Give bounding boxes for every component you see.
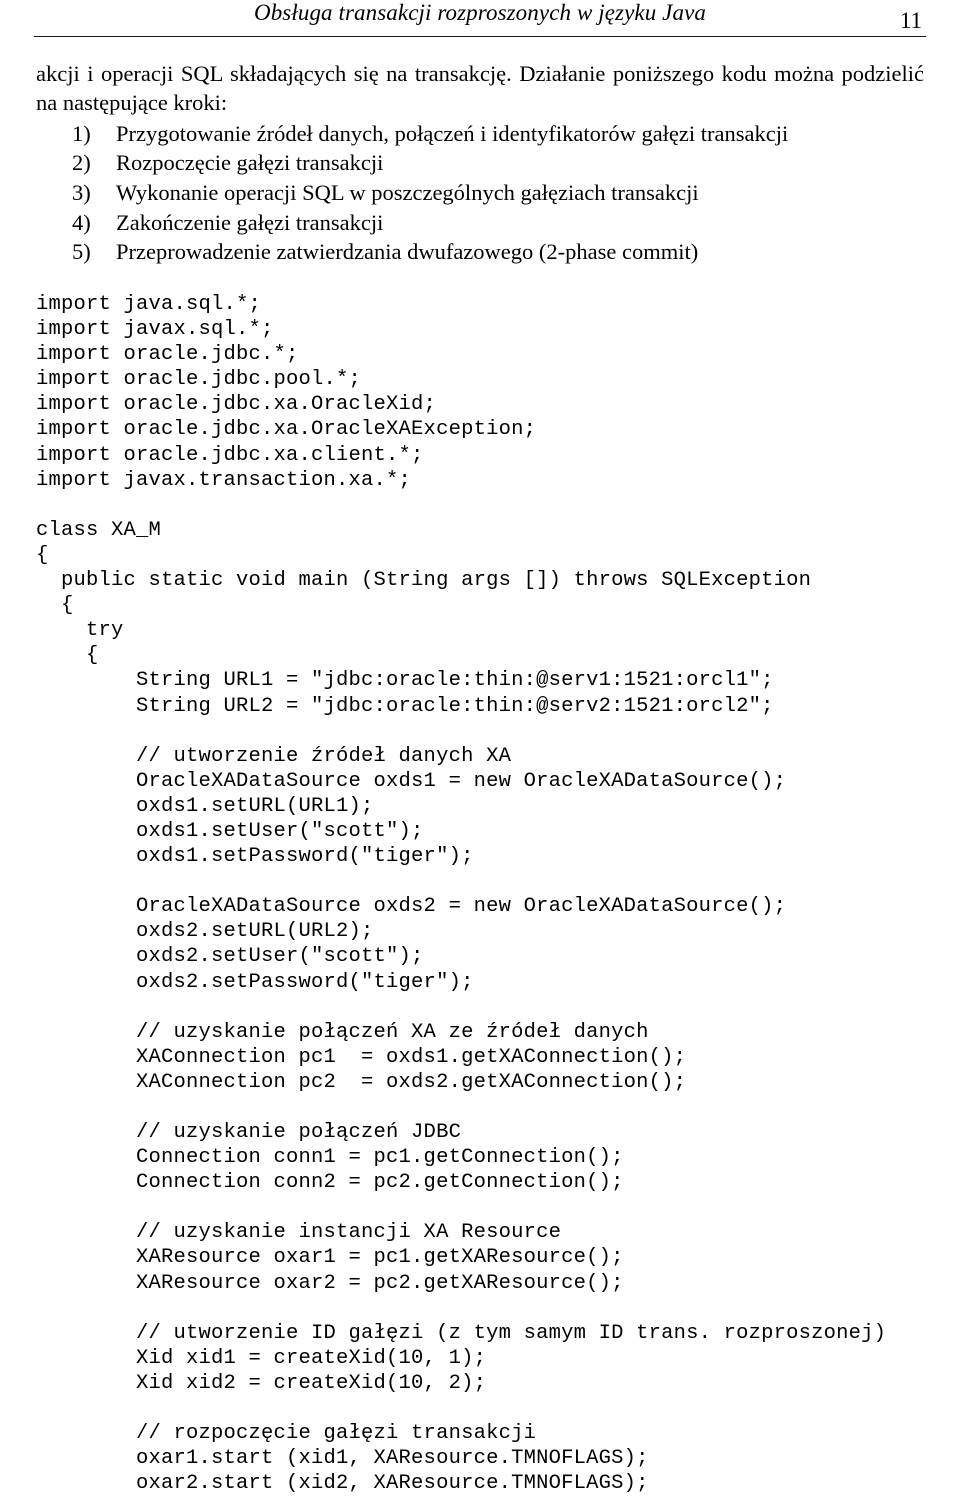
code-line: import javax.transaction.xa.*; [36, 468, 412, 492]
code-line: XAResource oxar1 = pc1.getXAResource(); [36, 1246, 624, 1270]
code-line: oxds2.setUser("scott"); [36, 945, 424, 969]
code-line: import oracle.jdbc.xa.OracleXAException; [36, 418, 537, 442]
code-line: OracleXADataSource oxds2 = new OracleXAD… [36, 895, 787, 919]
list-item: 4) Zakończenie gałęzi transakcji [72, 208, 924, 238]
step-label: Wykonanie operacji SQL w poszczególnych … [116, 179, 699, 205]
code-line: String URL2 = "jdbc:oracle:thin:@serv2:1… [36, 694, 774, 718]
code-line: import oracle.jdbc.*; [36, 343, 299, 367]
code-line: import javax.sql.*; [36, 318, 274, 342]
code-line: class XA_M [36, 518, 162, 542]
code-line: public static void main (String args [])… [36, 569, 812, 593]
code-line: Xid xid1 = createXid(10, 1); [36, 1346, 487, 1370]
steps-list: 1) Przygotowanie źródeł danych, połączeń… [28, 119, 932, 267]
code-line: // utworzenie źródeł danych XA [36, 744, 512, 768]
code-line: // uzyskanie połączeń JDBC [36, 1121, 462, 1144]
code-line: import oracle.jdbc.xa.client.*; [36, 443, 424, 467]
code-line: oxds1.setURL(URL1); [36, 794, 374, 818]
step-number: 2) [72, 150, 91, 176]
code-line: oxar1.start (xid1, XAResource.TMNOFLAGS)… [36, 1447, 649, 1471]
code-line: XAResource oxar2 = pc2.getXAResource(); [36, 1271, 624, 1295]
code-line: try [36, 619, 124, 643]
code-line: import oracle.jdbc.pool.*; [36, 368, 362, 392]
list-item: 2) Rozpoczęcie gałęzi transakcji [72, 148, 924, 178]
step-number: 4) [72, 209, 91, 235]
list-item: 3) Wykonanie operacji SQL w poszczególny… [72, 178, 924, 208]
code-line: oxds1.setUser("scott"); [36, 820, 424, 844]
code-line: String URL1 = "jdbc:oracle:thin:@serv1:1… [36, 669, 774, 693]
step-label: Przeprowadzenie zatwierdzania dwufazoweg… [116, 239, 699, 265]
code-line: XAConnection pc2 = oxds2.getXAConnection… [36, 1070, 687, 1094]
code-line: import java.sql.*; [36, 292, 262, 316]
document-page: Obsługa transakcji rozproszonych w język… [0, 0, 960, 1495]
code-line: { [36, 543, 49, 567]
step-label: Przygotowanie źródeł danych, połączeń i … [116, 120, 789, 146]
intro-paragraph: akcji i operacji SQL składających się na… [36, 61, 924, 116]
step-number: 5) [72, 239, 91, 265]
code-line: oxds2.setPassword("tiger"); [36, 970, 474, 994]
code-line: Xid xid2 = createXid(10, 2); [36, 1371, 487, 1395]
code-listing: import java.sql.*; import javax.sql.*; imp… [28, 292, 932, 1496]
code-line: oxar2.start (xid2, XAResource.TMNOFLAGS)… [36, 1472, 649, 1496]
code-line: OracleXADataSource oxds1 = new OracleXAD… [36, 769, 787, 793]
running-header: Obsługa transakcji rozproszonych w język… [28, 0, 932, 34]
step-label: Rozpoczęcie gałęzi transakcji [116, 150, 384, 176]
step-label: Zakończenie gałęzi transakcji [116, 209, 384, 235]
code-line: Connection conn2 = pc2.getConnection(); [36, 1171, 624, 1195]
step-number: 1) [72, 120, 91, 146]
code-line: Connection conn1 = pc1.getConnection(); [36, 1146, 624, 1170]
code-line: // uzyskanie połączeń XA ze źródeł danyc… [36, 1020, 649, 1044]
code-line: oxds1.setPassword("tiger"); [36, 845, 474, 869]
list-item: 5) Przeprowadzenie zatwierdzania dwufazo… [72, 237, 924, 267]
body-paragraph-block: akcji i operacji SQL składających się na… [28, 59, 932, 118]
step-number: 3) [72, 179, 91, 205]
code-line: { [36, 594, 74, 618]
header-divider [34, 36, 926, 37]
code-line: // utworzenie ID gałęzi (z tym samym ID … [36, 1321, 887, 1345]
code-line: import oracle.jdbc.xa.OracleXid; [36, 393, 437, 417]
code-line: XAConnection pc1 = oxds1.getXAConnection… [36, 1045, 687, 1069]
code-line: // uzyskanie instancji XA Resource [36, 1221, 562, 1245]
list-item: 1) Przygotowanie źródeł danych, połączeń… [72, 119, 924, 149]
code-line: oxds2.setURL(URL2); [36, 920, 374, 944]
code-line: // rozpoczęcie gałęzi transakcji [36, 1421, 537, 1445]
header-title: Obsługa transakcji rozproszonych w język… [254, 0, 706, 25]
page-number: 11 [899, 8, 922, 33]
code-line: { [36, 644, 99, 668]
